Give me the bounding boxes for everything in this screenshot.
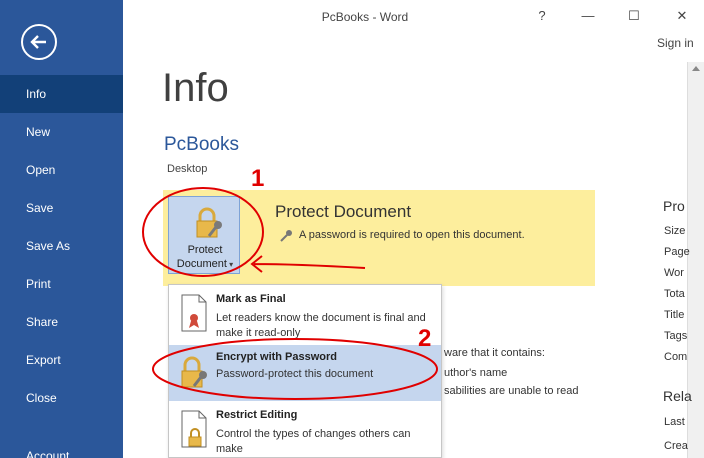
annotation-circle-1 bbox=[142, 187, 264, 277]
annotation-overlay bbox=[142, 187, 438, 400]
annotation-number-2: 2 bbox=[418, 325, 432, 352]
annotation-circle-2 bbox=[152, 338, 438, 400]
annotation-number-1: 1 bbox=[251, 165, 265, 192]
annotation-arrow bbox=[250, 255, 366, 273]
